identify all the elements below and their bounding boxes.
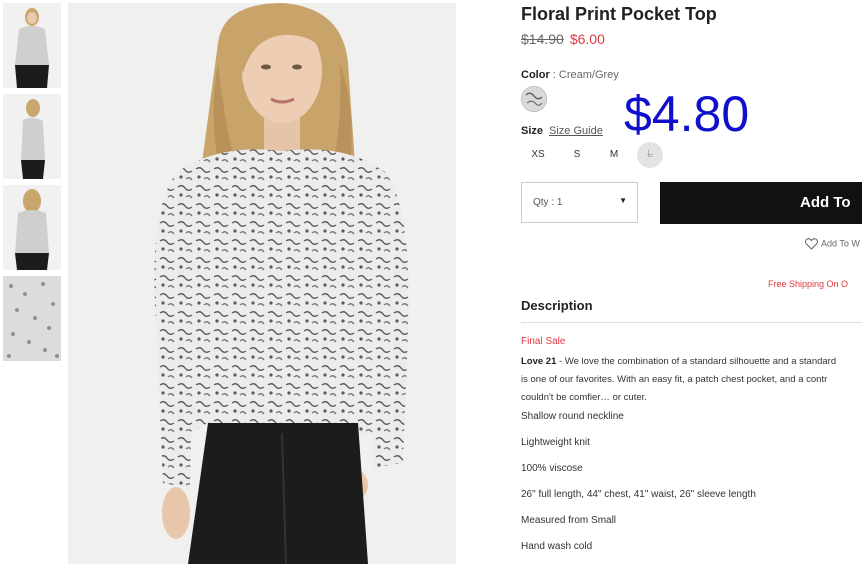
description-text: Love 21 - We love the combination of a s… <box>521 353 862 407</box>
swatch-pattern-icon <box>522 87 546 111</box>
thumbnail-side[interactable] <box>3 94 61 179</box>
heart-icon <box>805 238 818 250</box>
size-label: Size <box>521 125 544 137</box>
thumbnail-detail-image <box>3 276 61 361</box>
main-product-image[interactable] <box>68 3 456 564</box>
quantity-value: Qty : 1 <box>533 197 563 208</box>
thumbnail-front-image <box>3 3 61 88</box>
free-shipping-notice: Free Shipping On O <box>768 279 849 289</box>
add-to-bag-button[interactable]: Add To <box>660 182 862 224</box>
feature-material: 100% viscose <box>521 463 583 474</box>
sale-price: $6.00 <box>569 31 605 47</box>
final-sale-label: Final Sale <box>521 336 566 347</box>
thumbnail-front[interactable] <box>3 3 61 88</box>
product-title: Floral Print Pocket Top <box>521 4 717 24</box>
size-option-l-unavailable[interactable]: L <box>637 142 663 168</box>
feature-measured-from: Measured from Small <box>521 515 617 526</box>
thumbnail-back-image <box>3 185 61 270</box>
size-option-m[interactable]: M <box>601 142 627 168</box>
quantity-select[interactable]: Qty : 1 ▼ <box>521 182 638 223</box>
brand-name: Love 21 <box>521 356 557 367</box>
description-line-2: is one of our favorites. With an easy fi… <box>521 374 828 385</box>
thumbnail-gallery <box>3 3 61 367</box>
description-divider <box>521 322 862 323</box>
color-swatch-cream-grey[interactable] <box>521 86 547 112</box>
model-photo <box>68 3 456 564</box>
feature-neckline: Shallow round neckline <box>521 411 624 422</box>
feature-knit: Lightweight knit <box>521 437 590 448</box>
color-row: Color : Cream/Grey <box>521 69 619 81</box>
wishlist-label: Add To W <box>821 238 860 249</box>
color-label: Color <box>521 69 550 81</box>
feature-care: Hand wash cold <box>521 541 593 552</box>
thumbnail-back[interactable] <box>3 185 61 270</box>
add-to-wishlist-link[interactable]: Add To W <box>805 238 860 250</box>
product-details: Floral Print Pocket Top $14.90 $6.00 Colo… <box>521 0 862 564</box>
price-row: $14.90 $6.00 <box>521 31 605 47</box>
original-price: $14.90 <box>521 31 564 47</box>
color-value: Cream/Grey <box>558 69 619 81</box>
thumbnail-side-image <box>3 94 61 179</box>
size-row: Size Size Guide <box>521 125 603 137</box>
thumbnail-detail[interactable] <box>3 276 61 361</box>
description-line-3: couldn't be comfier… or cuter. <box>521 392 647 403</box>
size-guide-link[interactable]: Size Guide <box>549 125 603 137</box>
description-line-1: - We love the combination of a standard … <box>556 356 837 367</box>
size-option-s[interactable]: S <box>564 142 590 168</box>
feature-measurements: 26" full length, 44" chest, 41" waist, 2… <box>521 489 756 500</box>
description-heading: Description <box>521 298 593 313</box>
size-option-xs[interactable]: XS <box>525 142 551 168</box>
add-to-bag-label: Add To <box>800 194 851 211</box>
chevron-down-icon: ▼ <box>619 196 627 205</box>
